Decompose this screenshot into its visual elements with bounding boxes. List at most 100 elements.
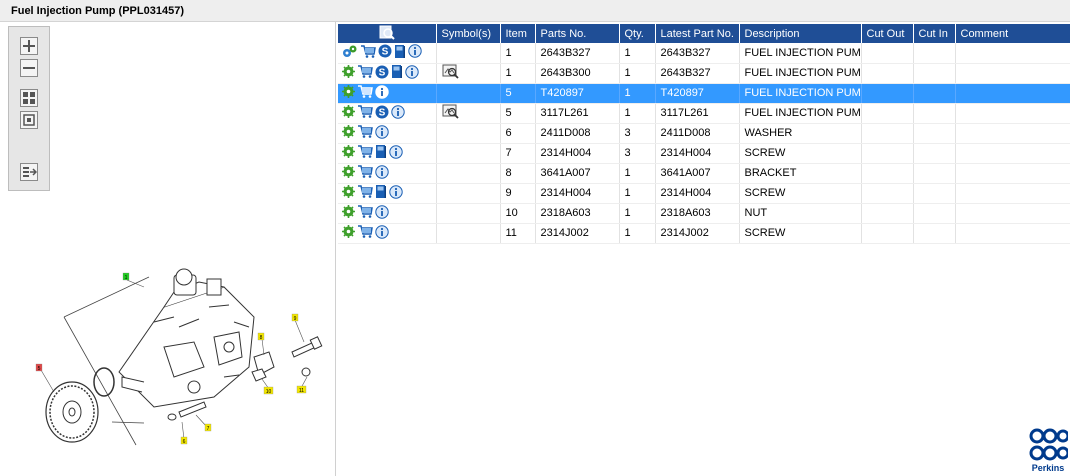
qty-cell: 1 [619, 83, 656, 104]
row-actions-cell [338, 203, 437, 224]
column-header-qty[interactable]: Qty. [619, 24, 656, 43]
callout-7[interactable]: 7 [204, 423, 212, 432]
service-s-icon[interactable]: S [375, 105, 389, 122]
gear-icon[interactable] [342, 105, 355, 121]
description-cell: FUEL INJECTION PUMP [739, 43, 862, 64]
callout-1[interactable]: 1 [122, 272, 130, 281]
column-header-cut-out[interactable]: Cut Out [861, 24, 914, 43]
cart-icon[interactable] [357, 145, 373, 161]
info-icon[interactable] [389, 184, 403, 202]
column-header-actions[interactable] [338, 24, 437, 43]
gear-icon[interactable] [342, 145, 355, 161]
parts-table: Symbol(s) Item Parts No. Qty. Latest Par… [338, 24, 1070, 244]
book-icon[interactable] [375, 184, 387, 202]
description-cell: FUEL INJECTION PUMP G [739, 103, 862, 124]
item-cell: 1 [500, 63, 536, 84]
book-icon[interactable] [375, 144, 387, 162]
callout-11[interactable]: 11 [296, 385, 307, 394]
info-icon[interactable] [405, 64, 419, 82]
item-cell: 9 [500, 183, 536, 204]
gear-icon[interactable] [342, 225, 355, 241]
table-row[interactable]: 9 2314H004 1 2314H004 SCREW [338, 183, 1070, 204]
fit-all-icon[interactable] [20, 89, 38, 107]
info-icon[interactable] [408, 44, 422, 61]
symbol-cell [436, 163, 501, 184]
comment-cell [955, 163, 1070, 184]
callout-5[interactable]: 5 [35, 363, 43, 372]
gear-icon[interactable] [342, 165, 355, 181]
table-row[interactable]: 8 3641A007 1 3641A007 BRACKET [338, 163, 1070, 184]
table-row[interactable]: S 1 2643B327 1 2643B327 FUEL INJECTION PUMP [338, 43, 1070, 64]
qty-cell: 1 [619, 203, 656, 224]
callout-label-10: 10 [266, 389, 272, 395]
callout-6[interactable]: 6 [180, 436, 188, 445]
info-icon[interactable] [375, 164, 389, 182]
book-icon[interactable] [394, 44, 406, 62]
table-row[interactable]: 6 2411D008 3 2411D008 WASHER [338, 123, 1070, 144]
description-cell: BRACKET [739, 163, 862, 184]
cart-icon[interactable] [357, 85, 373, 101]
item-cell: 5 [500, 83, 536, 104]
callout-8[interactable]: 8 [257, 332, 265, 341]
symbol-cell [436, 143, 501, 164]
cut-out-cell [861, 143, 914, 164]
cart-icon[interactable] [357, 165, 373, 181]
symbol-cell [436, 223, 501, 244]
gears-icon[interactable] [342, 44, 358, 61]
info-icon[interactable] [389, 144, 403, 162]
column-header-comment[interactable]: Comment [955, 24, 1070, 43]
perkins-logo-mark [1029, 428, 1070, 461]
comment-cell [955, 103, 1070, 124]
column-header-description[interactable]: Description [739, 24, 862, 43]
cart-icon[interactable] [357, 65, 373, 81]
cut-in-cell [913, 223, 956, 244]
view-icon[interactable] [442, 104, 459, 122]
exploded-parts-diagram[interactable]: 1 5 6 7 8 9 10 11 [24, 247, 334, 447]
callout-10[interactable]: 10 [263, 386, 274, 395]
table-row[interactable]: 10 2318A603 1 2318A603 NUT [338, 203, 1070, 224]
service-s-icon[interactable]: S [378, 44, 392, 61]
service-s-icon[interactable]: S [375, 65, 389, 82]
fit-window-icon[interactable] [20, 111, 38, 129]
column-header-cut-in[interactable]: Cut In [913, 24, 956, 43]
column-header-symbols[interactable]: Symbol(s) [436, 24, 501, 43]
row-actions-cell [338, 143, 437, 164]
gear-icon[interactable] [342, 65, 355, 81]
callout-9[interactable]: 9 [291, 313, 299, 322]
cart-icon[interactable] [360, 45, 376, 61]
latest-part-no-cell: 2411D008 [655, 123, 740, 144]
gear-icon[interactable] [342, 185, 355, 201]
table-row[interactable]: 5T4208971T420897FUEL INJECTION PUMP G [338, 83, 1070, 104]
book-icon[interactable] [391, 64, 403, 82]
zoom-in-icon[interactable] [20, 37, 38, 55]
cart-icon[interactable] [357, 185, 373, 201]
column-header-parts-no[interactable]: Parts No. [535, 24, 620, 43]
column-header-item[interactable]: Item [500, 24, 536, 43]
column-header-latest-part-no[interactable]: Latest Part No. [655, 24, 740, 43]
table-row[interactable]: S53117L26113117L261FUEL INJECTION PUMP G [338, 103, 1070, 124]
info-icon[interactable] [375, 204, 389, 222]
info-icon[interactable] [375, 124, 389, 142]
info-icon[interactable] [391, 104, 405, 122]
info-icon[interactable] [375, 224, 389, 242]
cut-in-cell [913, 183, 956, 204]
table-row[interactable]: 11 2314J002 1 2314J002 SCREW [338, 223, 1070, 244]
diagram-panel[interactable]: 1 5 6 7 8 9 10 11 [4, 22, 336, 476]
cart-icon[interactable] [357, 125, 373, 141]
info-icon[interactable] [375, 84, 389, 102]
cart-icon[interactable] [357, 225, 373, 241]
gear-part [45, 381, 99, 443]
cart-icon[interactable] [357, 205, 373, 221]
gear-icon[interactable] [342, 205, 355, 221]
pump-body-part [118, 268, 255, 408]
table-row[interactable]: 7 2314H004 3 2314H004 SCREW [338, 143, 1070, 164]
zoom-out-icon[interactable] [20, 59, 38, 77]
search-view-icon[interactable] [379, 24, 395, 40]
cart-icon[interactable] [357, 105, 373, 121]
export-icon[interactable] [20, 163, 38, 181]
gear-icon[interactable] [342, 125, 355, 141]
item-cell: 7 [500, 143, 536, 164]
table-row[interactable]: S 1 2643B300 1 2643B327 FUEL INJECTION PUMP [338, 63, 1070, 84]
gear-icon[interactable] [342, 85, 355, 101]
view-icon[interactable] [442, 64, 459, 82]
